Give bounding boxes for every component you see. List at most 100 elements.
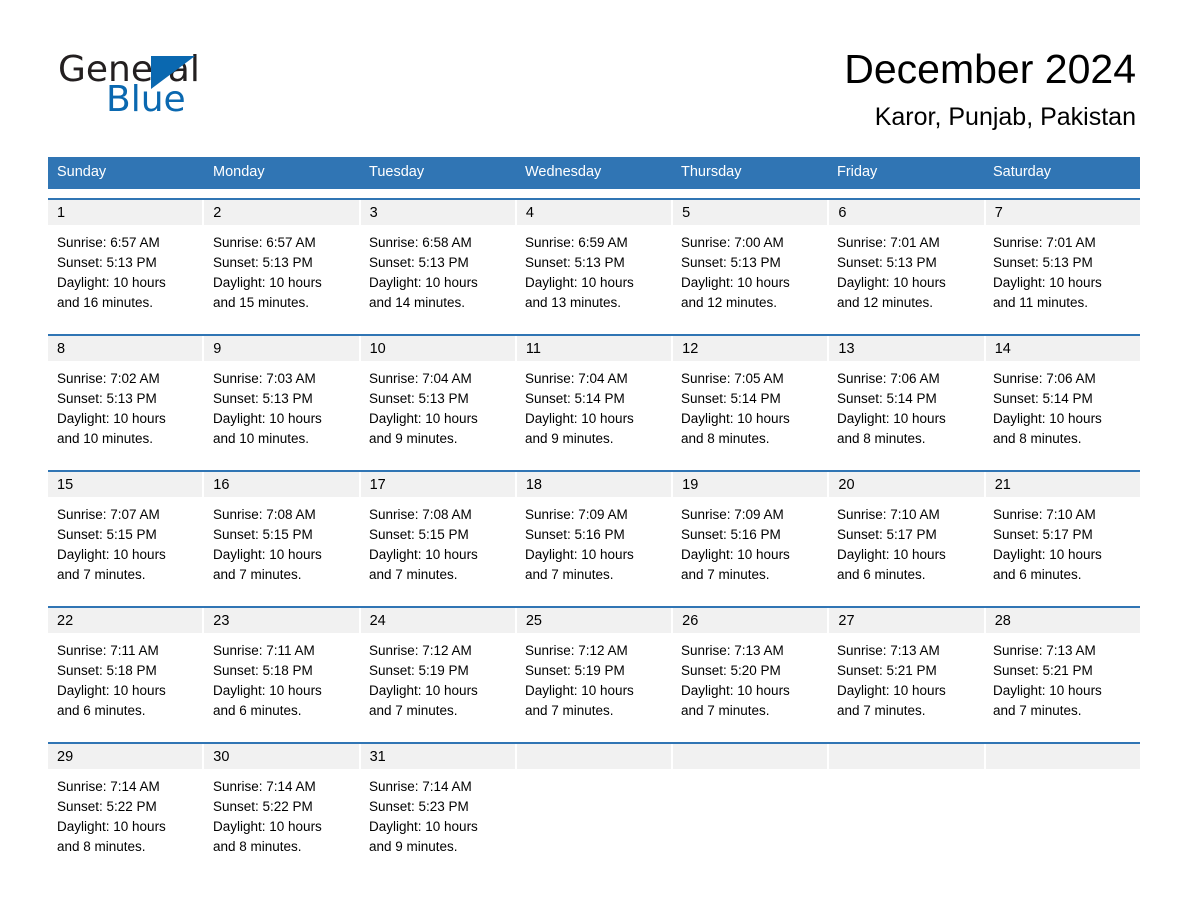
daylight-text-line1: Daylight: 10 hours (681, 547, 790, 562)
day-number[interactable]: 13 (829, 336, 986, 361)
logo-text-blue: Blue (106, 79, 186, 120)
day-number[interactable]: 15 (48, 472, 205, 497)
day-number[interactable]: 19 (673, 472, 830, 497)
day-cell[interactable]: Sunrise: 7:14 AM Sunset: 5:22 PM Dayligh… (204, 769, 360, 869)
sunset-text: Sunset: 5:22 PM (213, 799, 313, 814)
day-number[interactable]: 14 (986, 336, 1140, 361)
day-cell[interactable]: Sunrise: 7:00 AM Sunset: 5:13 PM Dayligh… (672, 225, 828, 325)
day-cell-empty (673, 744, 830, 769)
sunset-text: Sunset: 5:15 PM (57, 527, 157, 542)
day-cell[interactable]: Sunrise: 7:12 AM Sunset: 5:19 PM Dayligh… (360, 633, 516, 733)
sunset-text: Sunset: 5:22 PM (57, 799, 157, 814)
weekday-header-thursday: Thursday (681, 164, 742, 180)
sunset-text: Sunset: 5:15 PM (213, 527, 313, 542)
sunset-text: Sunset: 5:15 PM (369, 527, 469, 542)
day-cell[interactable]: Sunrise: 6:59 AM Sunset: 5:13 PM Dayligh… (516, 225, 672, 325)
sunset-text: Sunset: 5:21 PM (993, 663, 1093, 678)
day-number[interactable]: 1 (48, 200, 205, 225)
day-cell[interactable]: Sunrise: 7:10 AM Sunset: 5:17 PM Dayligh… (984, 497, 1140, 597)
day-number[interactable]: 22 (48, 608, 205, 633)
daylight-text-line1: Daylight: 10 hours (525, 683, 634, 698)
day-number[interactable]: 28 (986, 608, 1140, 633)
day-cell[interactable]: Sunrise: 6:57 AM Sunset: 5:13 PM Dayligh… (48, 225, 204, 325)
day-number[interactable]: 9 (204, 336, 361, 361)
sunrise-text: Sunrise: 7:11 AM (213, 643, 315, 658)
day-number[interactable]: 8 (48, 336, 205, 361)
daylight-text-line1: Daylight: 10 hours (57, 819, 166, 834)
day-number[interactable]: 21 (986, 472, 1140, 497)
daylight-text-line1: Daylight: 10 hours (525, 411, 634, 426)
day-number[interactable]: 16 (204, 472, 361, 497)
day-number[interactable]: 20 (829, 472, 986, 497)
day-cell[interactable]: Sunrise: 7:06 AM Sunset: 5:14 PM Dayligh… (828, 361, 984, 461)
day-cell[interactable]: Sunrise: 7:01 AM Sunset: 5:13 PM Dayligh… (984, 225, 1140, 325)
daylight-text-line1: Daylight: 10 hours (525, 275, 634, 290)
day-cell[interactable]: Sunrise: 7:13 AM Sunset: 5:21 PM Dayligh… (828, 633, 984, 733)
day-number[interactable]: 11 (517, 336, 674, 361)
day-cell[interactable]: Sunrise: 7:08 AM Sunset: 5:15 PM Dayligh… (360, 497, 516, 597)
sunrise-text: Sunrise: 7:13 AM (837, 643, 940, 658)
sunrise-text: Sunrise: 7:13 AM (681, 643, 784, 658)
daylight-text-line1: Daylight: 10 hours (681, 275, 790, 290)
day-number[interactable]: 27 (829, 608, 986, 633)
day-number[interactable]: 5 (673, 200, 830, 225)
day-number[interactable]: 23 (204, 608, 361, 633)
general-blue-logo[interactable]: General Blue (58, 50, 388, 122)
day-cell[interactable]: Sunrise: 7:14 AM Sunset: 5:23 PM Dayligh… (360, 769, 516, 869)
day-cell[interactable]: Sunrise: 7:09 AM Sunset: 5:16 PM Dayligh… (516, 497, 672, 597)
sunrise-text: Sunrise: 7:08 AM (369, 507, 472, 522)
day-cell[interactable]: Sunrise: 7:12 AM Sunset: 5:19 PM Dayligh… (516, 633, 672, 733)
day-number[interactable]: 2 (204, 200, 361, 225)
calendar-page: General Blue December 2024 Karor, Punjab… (0, 0, 1188, 918)
sunset-text: Sunset: 5:21 PM (837, 663, 937, 678)
sunset-text: Sunset: 5:13 PM (213, 255, 313, 270)
day-number[interactable]: 12 (673, 336, 830, 361)
daylight-text-line2: and 7 minutes. (525, 567, 614, 582)
day-number[interactable]: 25 (517, 608, 674, 633)
day-number[interactable]: 18 (517, 472, 674, 497)
day-cell[interactable]: Sunrise: 6:57 AM Sunset: 5:13 PM Dayligh… (204, 225, 360, 325)
day-number[interactable]: 4 (517, 200, 674, 225)
day-cell-empty (828, 769, 984, 869)
sunset-text: Sunset: 5:13 PM (213, 391, 313, 406)
day-number[interactable]: 3 (361, 200, 517, 225)
day-number[interactable]: 10 (361, 336, 517, 361)
day-number[interactable]: 30 (204, 744, 361, 769)
day-cell[interactable]: Sunrise: 7:01 AM Sunset: 5:13 PM Dayligh… (828, 225, 984, 325)
day-number[interactable]: 31 (361, 744, 517, 769)
day-cell[interactable]: Sunrise: 7:14 AM Sunset: 5:22 PM Dayligh… (48, 769, 204, 869)
day-number[interactable]: 24 (361, 608, 517, 633)
sunrise-text: Sunrise: 7:10 AM (837, 507, 940, 522)
day-number[interactable]: 29 (48, 744, 205, 769)
sunset-text: Sunset: 5:13 PM (57, 255, 157, 270)
day-cell[interactable]: Sunrise: 7:03 AM Sunset: 5:13 PM Dayligh… (204, 361, 360, 461)
daylight-text-line1: Daylight: 10 hours (57, 683, 166, 698)
day-cell[interactable]: Sunrise: 7:13 AM Sunset: 5:21 PM Dayligh… (984, 633, 1140, 733)
day-cell[interactable]: Sunrise: 7:11 AM Sunset: 5:18 PM Dayligh… (48, 633, 204, 733)
day-cell[interactable]: Sunrise: 7:04 AM Sunset: 5:13 PM Dayligh… (360, 361, 516, 461)
day-cell[interactable]: Sunrise: 6:58 AM Sunset: 5:13 PM Dayligh… (360, 225, 516, 325)
week-detail-band: Sunrise: 6:57 AM Sunset: 5:13 PM Dayligh… (48, 225, 1140, 325)
day-cell[interactable]: Sunrise: 7:11 AM Sunset: 5:18 PM Dayligh… (204, 633, 360, 733)
day-cell[interactable]: Sunrise: 7:07 AM Sunset: 5:15 PM Dayligh… (48, 497, 204, 597)
day-cell[interactable]: Sunrise: 7:02 AM Sunset: 5:13 PM Dayligh… (48, 361, 204, 461)
day-cell[interactable]: Sunrise: 7:05 AM Sunset: 5:14 PM Dayligh… (672, 361, 828, 461)
week-detail-band: Sunrise: 7:02 AM Sunset: 5:13 PM Dayligh… (48, 361, 1140, 461)
day-number[interactable]: 6 (829, 200, 986, 225)
day-cell[interactable]: Sunrise: 7:10 AM Sunset: 5:17 PM Dayligh… (828, 497, 984, 597)
day-number[interactable]: 26 (673, 608, 830, 633)
day-cell[interactable]: Sunrise: 7:08 AM Sunset: 5:15 PM Dayligh… (204, 497, 360, 597)
daylight-text-line2: and 9 minutes. (369, 431, 458, 446)
sunrise-text: Sunrise: 7:14 AM (369, 779, 472, 794)
sunrise-text: Sunrise: 7:02 AM (57, 371, 160, 386)
day-cell[interactable]: Sunrise: 7:13 AM Sunset: 5:20 PM Dayligh… (672, 633, 828, 733)
day-number[interactable]: 7 (986, 200, 1140, 225)
daylight-text-line2: and 14 minutes. (369, 295, 466, 310)
daylight-text-line2: and 11 minutes. (993, 295, 1089, 310)
day-number[interactable]: 17 (361, 472, 517, 497)
day-cell[interactable]: Sunrise: 7:04 AM Sunset: 5:14 PM Dayligh… (516, 361, 672, 461)
day-cell[interactable]: Sunrise: 7:09 AM Sunset: 5:16 PM Dayligh… (672, 497, 828, 597)
sunrise-text: Sunrise: 6:57 AM (213, 235, 316, 250)
calendar-grid: Sunday Monday Tuesday Wednesday Thursday… (48, 157, 1140, 869)
day-cell[interactable]: Sunrise: 7:06 AM Sunset: 5:14 PM Dayligh… (984, 361, 1140, 461)
